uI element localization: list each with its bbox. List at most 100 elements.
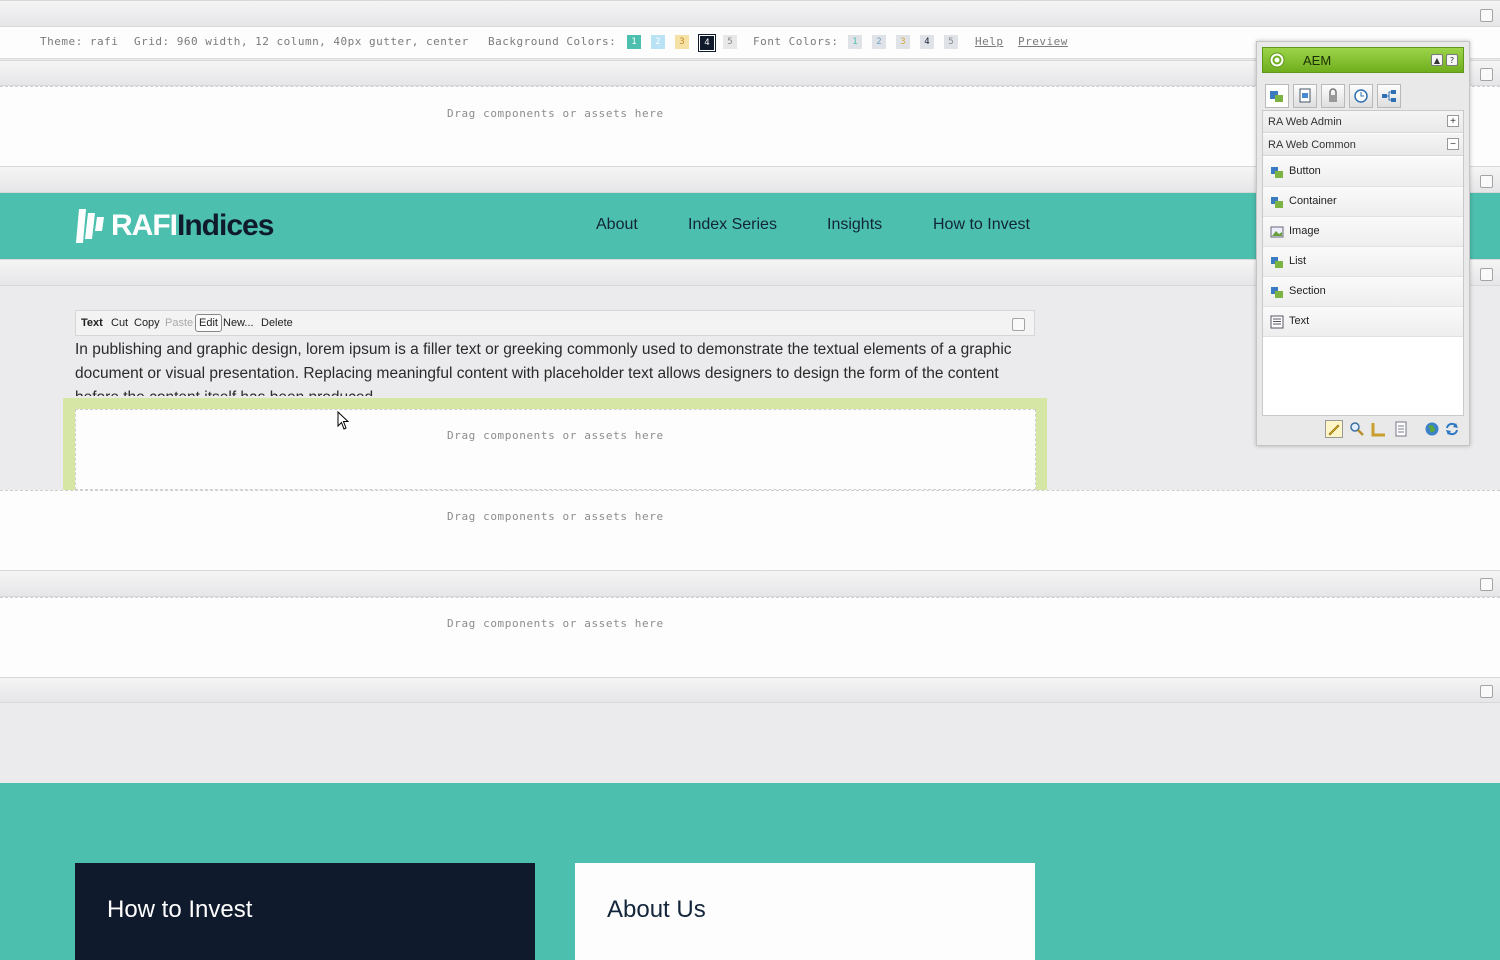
component-icon [1271,287,1283,298]
text-icon [1270,315,1284,329]
nav-how-to-invest[interactable]: How to Invest [933,216,1030,234]
page-icon [1299,88,1311,103]
new-button[interactable]: New... [223,317,254,329]
nav-index-series[interactable]: Index Series [688,216,777,234]
bg-swatch-5[interactable]: 5 [723,35,737,49]
workflow-icon [1382,90,1396,102]
aem-sidekick: AEM ▲ ? RA Web Admin + RA Web Common − B… [1256,41,1470,446]
component-list[interactable]: List [1263,247,1463,277]
how-to-invest-card[interactable]: How to Invest [75,863,535,960]
parsys-bar [0,570,1500,597]
parsys-bar [0,0,1500,27]
tab-lock[interactable] [1321,84,1345,108]
copy-button[interactable]: Copy [134,317,160,329]
text-edit-toolbar: Text Cut Copy Paste Edit New... Delete [75,310,1035,336]
grid-label: Grid: 960 width, 12 column, 40px gutter,… [134,35,469,48]
group-ra-web-common[interactable]: RA Web Common − [1263,134,1463,156]
font-swatch-2[interactable]: 2 [872,35,886,49]
component-button[interactable]: Button [1263,157,1463,187]
font-swatch-3[interactable]: 3 [896,35,910,49]
search-icon[interactable] [1348,420,1366,438]
dropzone[interactable]: Drag components or assets here [0,597,1500,677]
font-colors-label: Font Colors: [753,35,839,48]
nav-about[interactable]: About [596,216,638,234]
component-label: Text [1289,315,1310,327]
rafi-logo-icon [76,209,104,243]
design-ruler-icon[interactable] [1370,420,1388,438]
tab-components[interactable] [1265,84,1289,108]
component-type-label: Text [81,317,103,329]
lock-icon [1329,88,1337,102]
edit-button[interactable]: Edit [195,314,222,332]
component-label: Button [1289,165,1321,177]
bg-swatch-1[interactable]: 1 [627,35,641,49]
about-us-card[interactable]: About Us [575,863,1035,960]
group-label: RA Web Admin [1268,116,1342,128]
refresh-icon[interactable] [1443,420,1461,438]
dropzone-text: Drag components or assets here [447,429,664,442]
group-label: RA Web Common [1268,139,1356,151]
mouse-cursor-icon [337,411,350,430]
component-icon [1271,257,1283,268]
body-text[interactable]: In publishing and graphic design, lorem … [75,338,1035,396]
rafi-logo[interactable]: RAFIIndices [75,209,274,243]
bg-colors-label: Background Colors: [488,35,617,48]
edit-pencil-icon[interactable] [1325,420,1343,438]
font-swatch-5[interactable]: 5 [944,35,958,49]
font-swatch-4[interactable]: 4 [920,35,934,49]
font-swatch-1[interactable]: 1 [848,35,862,49]
tab-page[interactable] [1293,84,1317,108]
component-icon [1271,167,1283,178]
component-checkbox[interactable] [1012,318,1025,331]
parsys-checkbox[interactable] [1480,268,1493,281]
logo-wordmark: RAFIIndices [111,209,274,242]
sidekick-titlebar[interactable]: AEM ▲ ? [1262,47,1464,73]
help-icon[interactable]: ? [1446,54,1458,66]
collapse-icon[interactable]: ▲ [1431,54,1443,66]
aem-logo-icon [1269,52,1285,68]
dropzone[interactable]: Drag components or assets here [0,490,1500,570]
bg-swatch-3[interactable]: 3 [675,35,689,49]
parsys-bar [0,677,1500,703]
sidekick-title: AEM [1303,53,1332,68]
nav-insights[interactable]: Insights [827,216,882,234]
component-label: Container [1289,195,1337,207]
component-section[interactable]: Section [1263,277,1463,307]
components-icon [1270,91,1283,102]
component-icon [1271,197,1283,208]
bg-swatch-2[interactable]: 2 [651,35,665,49]
parsys-checkbox[interactable] [1480,9,1493,22]
sidekick-footer [1262,418,1464,442]
component-label: Image [1289,225,1320,237]
components-panel: RA Web Admin + RA Web Common − Button Co… [1262,110,1464,416]
preview-link[interactable]: Preview [1018,35,1068,48]
clock-icon [1354,89,1368,103]
dropzone-text: Drag components or assets here [447,510,664,523]
component-container[interactable]: Container [1263,187,1463,217]
dropzone[interactable]: Drag components or assets here [75,409,1036,490]
bg-swatch-4[interactable]: 4 [698,34,716,52]
tab-workflow[interactable] [1377,84,1401,108]
parsys-checkbox[interactable] [1480,68,1493,81]
cut-button[interactable]: Cut [111,317,128,329]
parsys-checkbox[interactable] [1480,685,1493,698]
component-label: List [1289,255,1307,267]
component-text[interactable]: Text [1263,307,1463,337]
help-link[interactable]: Help [975,35,1004,48]
dropzone-text: Drag components or assets here [447,617,664,630]
tab-versioning[interactable] [1349,84,1373,108]
component-image[interactable]: Image [1263,217,1463,247]
page-properties-icon[interactable] [1392,420,1410,438]
globe-icon[interactable] [1423,420,1441,438]
component-label: Section [1289,285,1326,297]
theme-label: Theme: rafi [40,35,119,48]
group-ra-web-admin[interactable]: RA Web Admin + [1263,111,1463,133]
site-footer: How to Invest About Us [0,783,1500,960]
parsys-checkbox[interactable] [1480,175,1493,188]
delete-button[interactable]: Delete [261,317,293,329]
expand-icon[interactable]: + [1447,115,1459,127]
parsys-checkbox[interactable] [1480,578,1493,591]
paste-button[interactable]: Paste [165,317,193,329]
card-title: How to Invest [107,896,253,923]
collapse-group-icon[interactable]: − [1447,138,1459,150]
